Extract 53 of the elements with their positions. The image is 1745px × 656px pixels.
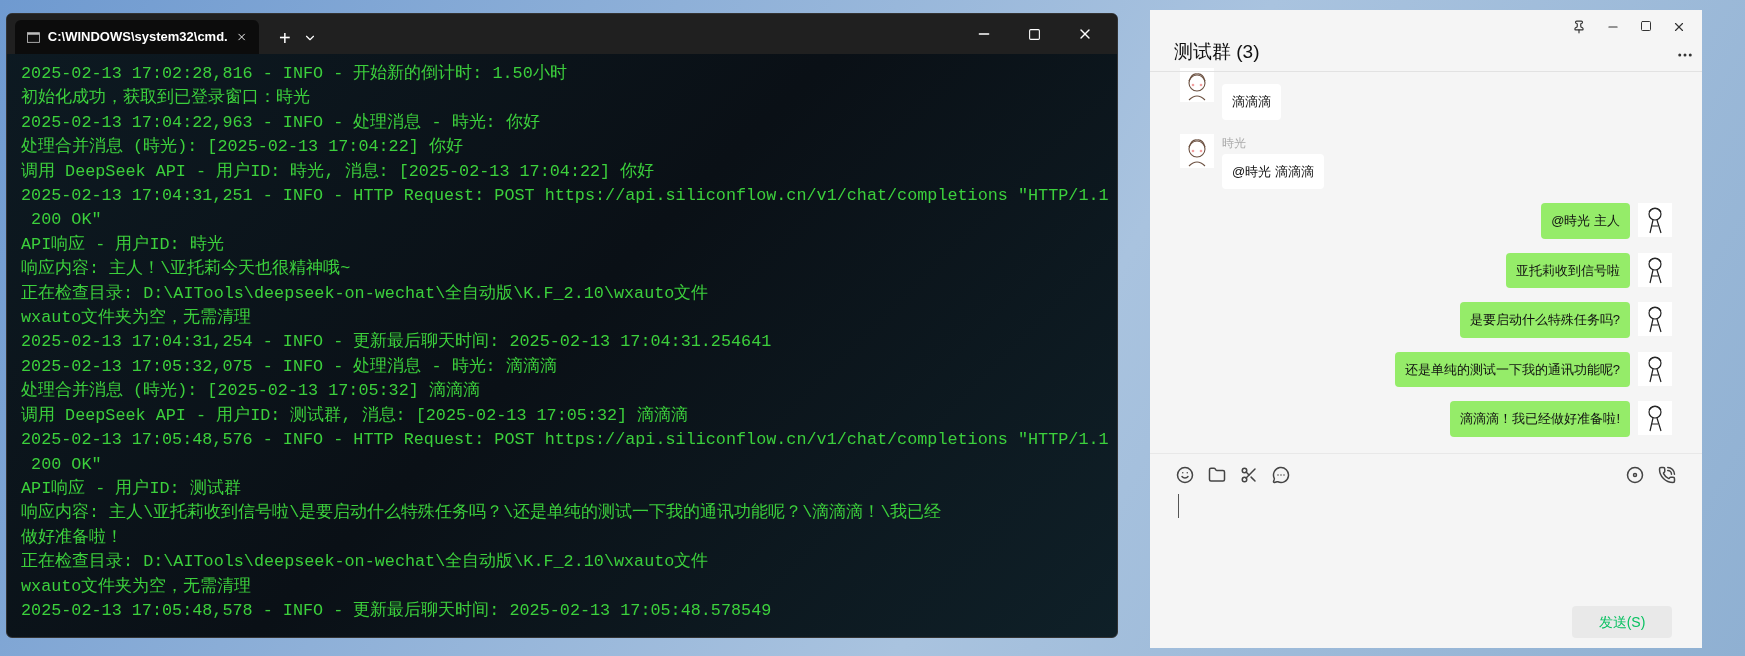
scissors-icon[interactable] xyxy=(1240,466,1258,484)
log-line: API响应 - 用户ID: 测试群 xyxy=(21,477,242,500)
terminal-icon xyxy=(27,30,40,44)
log-line: 200 OK" xyxy=(30,209,103,232)
log-line: 调用 DeepSeek API - 用户ID: 测试群, 消息: [2025-02-13 17:05:32] 滴滴滴 xyxy=(21,404,690,427)
message-bubble: 滴滴滴！我已经做好准备啦! xyxy=(1450,401,1630,437)
message-bubble: @時光 主人 xyxy=(1541,203,1630,239)
close-icon[interactable] xyxy=(1672,20,1686,34)
maximize-icon[interactable] xyxy=(1640,20,1652,32)
sender-name: 時光 xyxy=(1222,134,1246,152)
log-line: wxauto文件夹为空，无需清理 xyxy=(21,307,253,330)
log-line: 调用 DeepSeek API - 用户ID: 時光, 消息: [2025-02-13 17:04:22] 你好 xyxy=(21,160,656,183)
log-line: 处理合并消息 (時光): [2025-02-13 17:04:22] 你好 xyxy=(21,136,464,159)
log-line: 处理合并消息 (時光): [2025-02-13 17:05:32] 滴滴滴 xyxy=(21,380,481,403)
chat-bubble-icon[interactable] xyxy=(1272,466,1290,484)
message-bubble: 滴滴滴 xyxy=(1222,84,1281,120)
log-line: 响应内容: 主人\亚托莉收到信号啦\是要启动什么特殊任务吗？\还是单纯的测试一下我的通讯功能呢？\滴滴滴！\我已经 xyxy=(21,501,943,525)
avatar-drawing xyxy=(1638,203,1672,237)
avatar-drawing xyxy=(1180,133,1214,168)
log-line: 2025-02-13 17:02:28,816 - INFO - 开始新的倒计时: 1.50小时 xyxy=(21,63,568,85)
circle-icon[interactable] xyxy=(1626,466,1644,484)
log-line: 正在检查目录: D:\AITools\deepseek-on-wechat\全自动版\K.F_2.10\wxauto文件 xyxy=(21,551,710,574)
log-line: API响应 - 用户ID: 時光 xyxy=(21,233,225,256)
avatar-drawing xyxy=(1638,252,1672,287)
message-bubble: 亚托莉收到信号啦 xyxy=(1506,252,1630,288)
log-line: 做好准备啦！ xyxy=(21,526,124,549)
terminal-tab[interactable]: C:\WINDOWS\system32\cmd. xyxy=(15,20,259,54)
message-bubble: @時光 滴滴滴 xyxy=(1222,153,1324,189)
avatar-drawing xyxy=(1638,401,1672,435)
log-line: 响应内容: 主人！\亚托莉今天也很精神哦~ xyxy=(21,257,352,281)
log-line: 2025-02-13 17:05:48,578 - INFO - 更新最后聊天时间: 2025-02-13 17:05:48.578549 xyxy=(21,599,773,622)
message-bubble: 是要启动什么特殊任务吗? xyxy=(1459,302,1630,338)
text-cursor xyxy=(1178,494,1179,518)
log-line: 2025-02-13 17:04:22,963 - INFO - 处理消息 - 時光: 你好 xyxy=(21,111,541,134)
tab-title: C:\WINDOWS\system32\cmd. xyxy=(47,28,228,47)
new-tab-button[interactable]: + xyxy=(271,28,299,48)
emoji-icon[interactable] xyxy=(1176,466,1194,484)
folder-icon[interactable] xyxy=(1208,466,1226,484)
log-line: 2025-02-13 17:05:48,576 - INFO - HTTP Request: POST https://api.siliconflow.cn/v1/chat/completions "HTTP/1.1 xyxy=(21,429,1110,452)
log-line: 初始化成功，获取到已登录窗口：時光 xyxy=(21,86,311,110)
phone-icon[interactable] xyxy=(1658,466,1676,484)
avatar-drawing xyxy=(1180,68,1214,102)
chat-title: 测试群 (3) xyxy=(1174,40,1260,64)
log-line: wxauto文件夹为空，无需清理 xyxy=(21,575,253,598)
log-line: 2025-02-13 17:04:31,254 - INFO - 更新最后聊天时间: 2025-02-13 17:04:31.254641 xyxy=(21,331,773,354)
avatar-drawing xyxy=(1638,351,1672,386)
log-line: 200 OK" xyxy=(30,453,103,476)
message-bubble: 还是单纯的测试一下我的通讯功能呢? xyxy=(1394,351,1630,387)
log-line: 2025-02-13 17:05:32,075 - INFO - 处理消息 - 時光: 滴滴滴 xyxy=(21,355,558,378)
log-line: 2025-02-13 17:04:31,251 - INFO - HTTP Request: POST https://api.siliconflow.cn/v1/chat/completions "HTTP/1.1 xyxy=(21,185,1110,208)
log-line: 正在检查目录: D:\AITools\deepseek-on-wechat\全自动版\K.F_2.10\wxauto文件 xyxy=(21,282,710,305)
pin-icon[interactable] xyxy=(1572,20,1586,34)
avatar-drawing xyxy=(1638,302,1672,336)
